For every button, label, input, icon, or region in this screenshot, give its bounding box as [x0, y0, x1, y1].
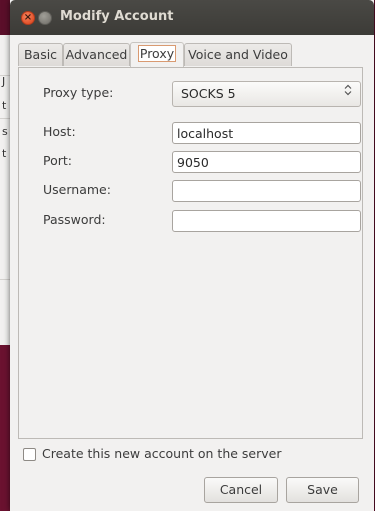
tab-label: Proxy	[137, 45, 177, 62]
tab-label: Basic	[23, 47, 58, 62]
window-title: Modify Account	[60, 9, 174, 24]
password-input[interactable]	[172, 210, 361, 232]
host-input[interactable]	[172, 122, 361, 144]
proxy-type-label: Proxy type:	[43, 85, 114, 100]
tab-advanced[interactable]: Advanced	[63, 43, 130, 66]
title-bar[interactable]: × Modify Account	[10, 0, 374, 35]
cancel-button[interactable]: Cancel	[204, 477, 278, 503]
tab-label: Voice and Video	[188, 47, 288, 62]
proxy-type-select[interactable]: SOCKS 5	[172, 81, 361, 107]
background-text: t	[2, 147, 7, 160]
save-button[interactable]: Save	[286, 477, 359, 503]
background-text: s	[2, 125, 8, 138]
create-account-checkbox[interactable]	[23, 448, 36, 461]
up-down-chevron-icon	[344, 82, 352, 106]
host-label: Host:	[43, 124, 76, 139]
close-icon[interactable]: ×	[21, 11, 35, 25]
create-account-label[interactable]: Create this new account on the server	[42, 446, 281, 461]
close-glyph: ×	[23, 12, 33, 23]
up-down-chevron-svg	[344, 84, 352, 96]
background-text: t	[2, 99, 7, 112]
modify-account-dialog: × Modify Account Basic Advanced Proxy Vo…	[10, 0, 374, 511]
minimize-icon[interactable]	[38, 11, 52, 25]
password-label: Password:	[43, 212, 106, 227]
tab-basic[interactable]: Basic	[18, 43, 63, 66]
tab-label: Advanced	[65, 47, 128, 62]
proxy-type-value: SOCKS 5	[181, 86, 236, 101]
username-input[interactable]	[172, 180, 361, 202]
port-input[interactable]	[172, 151, 361, 173]
tab-proxy[interactable]: Proxy	[130, 42, 184, 67]
tab-voice-and-video[interactable]: Voice and Video	[184, 43, 292, 66]
background-text: J	[2, 75, 6, 88]
proxy-settings-panel: Proxy type: SOCKS 5 Host: Port: Username…	[18, 67, 363, 439]
port-label: Port:	[43, 153, 72, 168]
username-label: Username:	[43, 182, 111, 197]
